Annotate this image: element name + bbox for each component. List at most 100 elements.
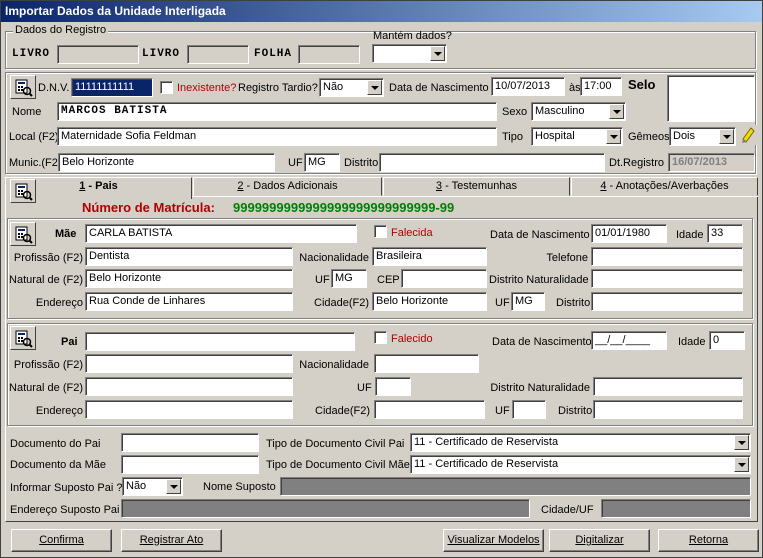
suposto-pai-label: Informar Suposto Pai ? [10, 482, 123, 494]
tab-dados-adicionais[interactable]: 2 - Dados Adicionais [193, 177, 382, 196]
tab-anotacoes[interactable]: 4 - Anotações/Averbações [571, 177, 758, 196]
retorna-button[interactable]: Retorna [658, 529, 759, 552]
pai-distrito-label: Distrito [558, 405, 593, 417]
calculator-search-icon [15, 330, 33, 348]
tab-testemunhas[interactable]: 3 - Testemunhas [383, 177, 570, 196]
pai-natural-input[interactable] [85, 377, 293, 396]
pai-distrito-nat-input[interactable] [593, 377, 743, 396]
chevron-down-icon[interactable] [734, 457, 749, 472]
data-nascimento-label: Data de Nascimento [389, 82, 489, 94]
data-nascimento-input[interactable]: 10/07/2013 [491, 77, 565, 96]
dnv-label: D.N.V. [38, 82, 70, 94]
nome-input[interactable]: MARCOS BATISTA [57, 102, 497, 121]
chevron-down-icon[interactable] [367, 80, 382, 95]
chevron-down-icon[interactable] [734, 435, 749, 450]
munic-label: Munic.(F2) [9, 157, 62, 169]
chevron-down-icon[interactable] [166, 479, 181, 494]
pai-uf2-input[interactable] [512, 400, 546, 419]
tipo-doc-pai-label: Tipo de Documento Civil Pai [266, 438, 405, 450]
pai-data-nasc-input[interactable]: __/__/____ [591, 331, 667, 350]
endereco-suposto-input[interactable] [121, 499, 530, 518]
digitalizar-button[interactable]: Digitalizar [549, 529, 650, 552]
folha-field[interactable] [298, 45, 360, 64]
doc-pai-input[interactable] [121, 433, 259, 452]
hora-input[interactable]: 17:00 [580, 77, 622, 96]
calculator-search-icon [15, 226, 33, 244]
dnv-search-button[interactable] [10, 75, 36, 99]
inexistente-checkbox[interactable] [160, 81, 173, 94]
mae-natural-input[interactable]: Belo Horizonte [85, 269, 293, 288]
pai-distrito-input[interactable] [593, 400, 743, 419]
suposto-pai-select[interactable]: Não [122, 477, 183, 496]
mae-uf-input[interactable]: MG [331, 269, 367, 288]
chevron-down-icon[interactable] [719, 129, 734, 144]
pai-idade-input[interactable]: 0 [709, 331, 745, 350]
pai-nacionalidade-input[interactable] [374, 354, 479, 373]
dnv-input[interactable]: 11111111111 [71, 78, 153, 97]
distrito-input[interactable] [379, 153, 605, 172]
mae-distrito-nat-label: Distrito Naturalidade [489, 274, 589, 286]
mae-cidade-input[interactable]: Belo Horizonte [372, 292, 487, 311]
mae-cep-input[interactable] [401, 269, 487, 288]
mantem-dados-select[interactable] [372, 44, 447, 63]
chevron-down-icon[interactable] [430, 46, 445, 61]
tipo-doc-mae-label: Tipo de Documento Civil Mãe [266, 459, 410, 471]
gemeos-select[interactable]: Dois [669, 127, 736, 146]
mae-falecida-label: Falecida [391, 227, 433, 239]
mae-nacionalidade-input[interactable]: Brasileira [372, 247, 487, 266]
munic-input[interactable]: Belo Horizonte [58, 153, 275, 172]
mae-endereco-input[interactable]: Rua Conde de Linhares [85, 292, 293, 311]
folha-label: FOLHA [254, 48, 293, 60]
mae-profissao-input[interactable]: Dentista [85, 247, 293, 266]
mae-data-nasc-input[interactable]: 01/01/1980 [591, 224, 667, 243]
chevron-down-icon[interactable] [609, 104, 624, 119]
confirma-button[interactable]: Confirma [11, 529, 112, 552]
pai-uf-input[interactable] [375, 377, 411, 396]
mae-cep-label: CEP [377, 274, 400, 286]
mae-falecida-checkbox[interactable] [374, 225, 387, 238]
tipo-select[interactable]: Hospital [531, 127, 623, 146]
pai-endereco-label: Endereço [35, 405, 83, 417]
mae-uf2-input[interactable]: MG [511, 292, 545, 311]
registro-tardio-label: Registro Tardio? [238, 82, 318, 94]
registro-tardio-select[interactable]: Não [319, 78, 384, 97]
pai-endereco-input[interactable] [85, 400, 293, 419]
cidade-uf-input[interactable] [601, 499, 751, 518]
pai-nacionalidade-label: Nacionalidade [299, 359, 369, 371]
tab-panel-top-border [192, 196, 758, 197]
pai-profissao-input[interactable] [85, 354, 293, 373]
dtregistro-input[interactable]: 16/07/2013 [668, 153, 755, 172]
window-title: Importar Dados da Unidade Interligada [1, 1, 762, 22]
pai-natural-label: Natural de (F2) [9, 382, 83, 394]
registrar-ato-button[interactable]: Registrar Ato [121, 529, 222, 552]
doc-mae-label: Documento da Mãe [10, 459, 106, 471]
nome-suposto-input[interactable] [280, 477, 751, 496]
pai-falecido-checkbox[interactable] [374, 331, 387, 344]
chevron-down-icon[interactable] [606, 129, 621, 144]
mae-uf-label: UF [315, 274, 330, 286]
livro2-field[interactable] [187, 45, 249, 64]
pai-search-button[interactable] [10, 326, 36, 350]
uf-input[interactable]: MG [304, 153, 340, 172]
visualizar-modelos-button[interactable]: Visualizar Modelos [443, 529, 544, 552]
mae-telefone-input[interactable] [591, 247, 743, 266]
mae-distrito-nat-input[interactable] [591, 269, 743, 288]
matricula-value: 9999999999999999999999999999-99 [233, 200, 455, 215]
local-input[interactable]: Maternidade Sofia Feldman [57, 127, 497, 146]
tipo-doc-mae-select[interactable]: 11 - Certificado de Reservista [410, 455, 751, 474]
mae-nome-input[interactable]: CARLA BATISTA [85, 224, 357, 243]
mae-idade-input[interactable]: 33 [707, 224, 743, 243]
tipo-doc-pai-select[interactable]: 11 - Certificado de Reservista [410, 433, 751, 452]
mae-distrito-input[interactable] [591, 292, 743, 311]
pai-nome-input[interactable] [85, 332, 355, 351]
sexo-select[interactable]: Masculino [531, 102, 626, 121]
pai-uf2-label: UF [495, 405, 510, 417]
pai-distrito-nat-label: Distrito Naturalidade [490, 382, 590, 394]
doc-mae-input[interactable] [121, 455, 259, 474]
pai-cidade-label: Cidade(F2) [315, 405, 371, 417]
local-label: Local (F2) [9, 131, 59, 143]
mae-search-button[interactable] [10, 222, 36, 246]
gemeos-edit-button[interactable] [739, 125, 757, 145]
livro1-field[interactable] [57, 45, 139, 64]
pai-cidade-input[interactable] [374, 400, 485, 419]
